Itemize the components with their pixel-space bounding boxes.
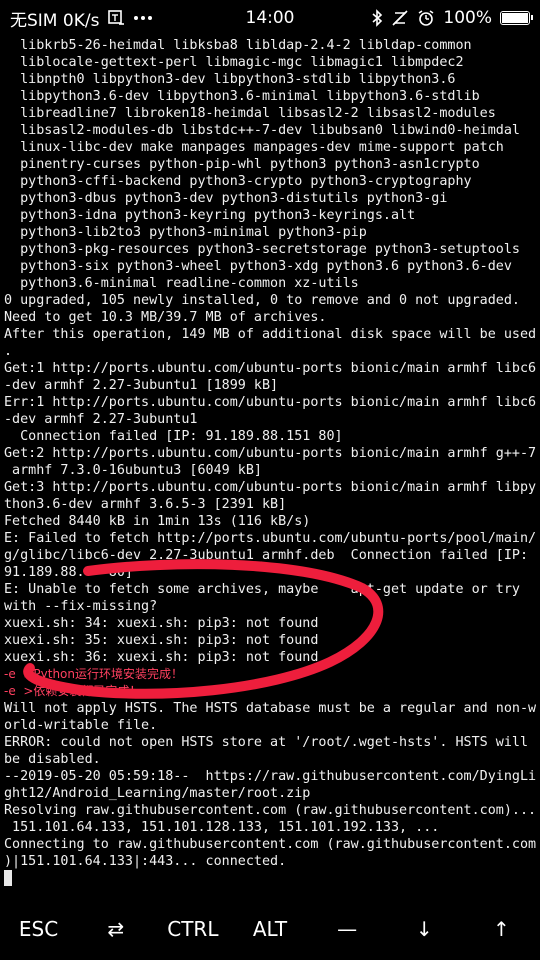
terminal-line: ght12/Android_Learning/master/root.zip bbox=[4, 786, 311, 801]
terminal-line: xuexi.sh: 35: xuexi.sh: pip3: not found bbox=[4, 633, 319, 648]
terminal-line: libsasl2-modules-db libstdc++-7-dev libu… bbox=[4, 123, 520, 138]
terminal-line: libreadline7 libroken18-heimdal libsasl2… bbox=[4, 106, 496, 121]
bluetooth-icon bbox=[371, 9, 383, 27]
terminal-line: Get:1 http://ports.ubuntu.com/ubuntu-por… bbox=[4, 361, 536, 376]
terminal-line: Err:1 http://ports.ubuntu.com/ubuntu-por… bbox=[4, 395, 536, 410]
terminal-line: ERROR: could not open HSTS store at '/ro… bbox=[4, 735, 529, 750]
terminal-line: Need to get 10.3 MB/39.7 MB of archives. bbox=[4, 310, 327, 325]
terminal-lines: libkrb5-26-heimdal libksba8 libldap-2.4-… bbox=[4, 37, 536, 870]
terminal-line: Connecting to raw.githubusercontent.com … bbox=[4, 837, 536, 852]
esc-key[interactable]: ESC bbox=[0, 917, 77, 941]
terminal-line: -dev armhf 2.27-3ubuntu1 bbox=[4, 412, 198, 427]
terminal-line: libkrb5-26-heimdal libksba8 libldap-2.4-… bbox=[4, 38, 472, 53]
dash-key[interactable]: — bbox=[309, 917, 386, 941]
terminal-line: xuexi.sh: 34: xuexi.sh: pip3: not found bbox=[4, 616, 319, 631]
terminal-line: with --fix-missing? bbox=[4, 599, 158, 614]
terminal-line: Resolving raw.githubusercontent.com (raw… bbox=[4, 803, 536, 818]
terminal-line: . bbox=[4, 344, 13, 359]
terminal-line: After this operation, 149 MB of addition… bbox=[4, 327, 536, 342]
extra-keys-bar: ESC ⇄ CTRL ALT — ↓ ↑ bbox=[0, 898, 540, 960]
battery-percent: 100% bbox=[443, 8, 492, 28]
terminal-line: python3-idna python3-keyring python3-key… bbox=[4, 208, 416, 223]
terminal-line: python3-dbus python3-dev python3-distuti… bbox=[4, 191, 448, 206]
terminal-line: Fetched 8440 kB in 1min 13s (116 kB/s) bbox=[4, 514, 311, 529]
terminal-line: linux-libc-dev make manpages manpages-de… bbox=[4, 140, 504, 155]
more-icon bbox=[133, 14, 153, 22]
terminal-cursor bbox=[4, 870, 12, 886]
terminal-line: E: Failed to fetch http://ports.ubuntu.c… bbox=[4, 531, 536, 546]
terminal-line: Get:3 http://ports.ubuntu.com/ubuntu-por… bbox=[4, 480, 536, 495]
terminal-line: python3.6-minimal readline-common xz-uti… bbox=[4, 276, 359, 291]
terminal-line: python3-pkg-resources python3-secretstor… bbox=[4, 242, 520, 257]
carrier-text: 无SIM 0K/s bbox=[10, 10, 100, 31]
terminal-line: 151.101.64.133, 151.101.128.133, 151.101… bbox=[4, 820, 440, 835]
terminal-output[interactable]: libkrb5-26-heimdal libksba8 libldap-2.4-… bbox=[4, 37, 536, 890]
alarm-icon bbox=[417, 9, 435, 27]
terminal-line: -e >依赖安装都已完成！ bbox=[4, 684, 142, 698]
terminal-line: python3-six python3-wheel python3-xdg py… bbox=[4, 259, 512, 274]
terminal-line: 91.189.88. 80] bbox=[4, 565, 133, 580]
terminal-line: libpython3.6-dev libpython3.6-minimal li… bbox=[4, 89, 480, 104]
ctrl-key[interactable]: CTRL bbox=[154, 917, 231, 941]
status-bar: 无SIM 0K/s 14:00 100% bbox=[0, 0, 540, 36]
terminal-line: xuexi.sh: 36: xuexi.sh: pip3: not found bbox=[4, 650, 319, 665]
tab-key[interactable]: ⇄ bbox=[77, 917, 154, 941]
terminal-line: libnpth0 libpython3-dev libpython3-stdli… bbox=[4, 72, 456, 87]
terminal-line: E: Unable to fetch some archives, maybe … bbox=[4, 582, 520, 597]
terminal-line: Will not apply HSTS. The HSTS database m… bbox=[4, 701, 536, 716]
terminal-line: -e >Python运行环境安装完成！ bbox=[4, 667, 183, 681]
terminal-line: )|151.101.64.133|:443... connected. bbox=[4, 854, 287, 869]
arrow-down-key[interactable]: ↓ bbox=[386, 917, 463, 941]
vibrate-icon bbox=[391, 9, 409, 27]
terminal-line: Get:2 http://ports.ubuntu.com/ubuntu-por… bbox=[4, 446, 536, 461]
terminal-line: liblocale-gettext-perl libmagic-mgc libm… bbox=[4, 55, 464, 70]
terminal-line: thon3.6-dev armhf 3.6.5-3 [2391 kB] bbox=[4, 497, 287, 512]
alt-key[interactable]: ALT bbox=[231, 917, 308, 941]
prompt-line[interactable] bbox=[4, 870, 536, 887]
terminal-line: python3-cffi-backend python3-crypto pyth… bbox=[4, 174, 472, 189]
terminal-line: 0 upgraded, 105 newly installed, 0 to re… bbox=[4, 293, 520, 308]
terminal-line: g/glibc/libc6-dev_2.27-3ubuntu1_armhf.de… bbox=[4, 548, 529, 563]
status-right: 100% bbox=[371, 8, 533, 28]
screenshot-icon bbox=[107, 9, 125, 27]
terminal-line: --2019-05-20 05:59:18-- https://raw.gith… bbox=[4, 769, 536, 784]
terminal-line: armhf 7.3.0-16ubuntu3 [6049 kB] bbox=[4, 463, 262, 478]
terminal-line: python3-lib2to3 python3-minimal python3-… bbox=[4, 225, 367, 240]
status-left: 无SIM 0K/s bbox=[10, 6, 153, 31]
arrow-up-key[interactable]: ↑ bbox=[463, 917, 540, 941]
battery-icon bbox=[500, 11, 533, 25]
terminal-line: orld-writable file. bbox=[4, 718, 158, 733]
terminal-line: -dev armhf 2.27-3ubuntu1 [1899 kB] bbox=[4, 378, 279, 393]
terminal-line: be disabled. bbox=[4, 752, 101, 767]
terminal-line: pinentry-curses python-pip-whl python3 p… bbox=[4, 157, 480, 172]
terminal-line: Connection failed [IP: 91.189.88.151 80] bbox=[4, 429, 343, 444]
